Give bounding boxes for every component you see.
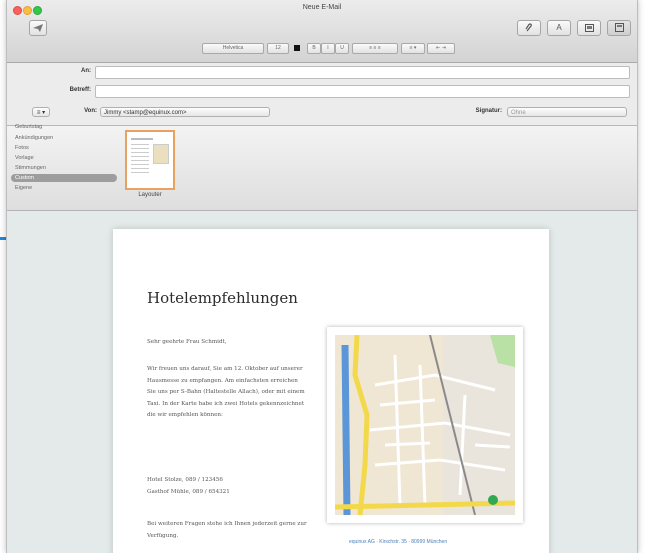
signature-label: Signatur:: [475, 108, 502, 114]
stationery-category[interactable]: Eigene: [11, 184, 111, 192]
mail-window: Neue E-Mail A Helvetica 12 B I U ≡ ≡ ≡ ≡…: [6, 0, 638, 553]
stationery-icon: [614, 23, 624, 32]
font-family-select[interactable]: Helvetica: [202, 43, 264, 54]
underline-button[interactable]: U: [335, 43, 349, 54]
font-size-select[interactable]: 12: [267, 43, 289, 54]
stationery-pane: Geburtstag Ankündigungen Fotos Vorlage S…: [7, 123, 637, 211]
email-greeting[interactable]: Sehr geehrte Frau Schmidt,: [147, 337, 307, 349]
stationery-category[interactable]: Vorlage: [11, 154, 111, 162]
list-button[interactable]: ≡ ▾: [401, 43, 425, 54]
attach-button[interactable]: [517, 20, 541, 36]
map-image: [335, 335, 515, 515]
stationery-template-label: Layouter: [138, 192, 162, 198]
from-label: Von:: [84, 108, 97, 114]
email-hotels[interactable]: Hotel Stolze, 089 / 123456 Gasthof Mühle…: [147, 475, 307, 498]
bold-button[interactable]: B: [307, 43, 321, 54]
map-image-frame[interactable]: [327, 327, 523, 523]
align-buttons[interactable]: ≡ ≡ ≡: [352, 43, 398, 54]
signature-select[interactable]: Ohne: [507, 107, 627, 117]
stationery-template-thumbnail[interactable]: [125, 130, 175, 190]
header-options-button[interactable]: ≡ ▾: [32, 107, 50, 117]
stationery-paper: Hotelempfehlungen Sehr geehrte Frau Schm…: [113, 229, 549, 553]
map-address: equinux AG · Kirschstr. 35 · 80999 Münch…: [349, 539, 448, 545]
message-body-area[interactable]: Hotelempfehlungen Sehr geehrte Frau Schm…: [7, 211, 637, 553]
stationery-category[interactable]: Ankündigungen: [11, 134, 111, 142]
paper-plane-icon: [33, 24, 43, 32]
paperclip-icon: [525, 23, 532, 32]
stationery-toggle-button[interactable]: [607, 20, 631, 36]
subject-field[interactable]: [95, 85, 630, 98]
font-button[interactable]: A: [547, 20, 571, 36]
indent-buttons[interactable]: ⇤ ⇥: [427, 43, 455, 54]
window-title: Neue E-Mail: [302, 4, 342, 11]
stationery-category[interactable]: Fotos: [11, 144, 111, 152]
send-button[interactable]: [29, 20, 47, 36]
subject-label: Betreff:: [69, 87, 91, 93]
photo-browser-button[interactable]: [577, 20, 601, 36]
italic-button[interactable]: I: [321, 43, 335, 54]
email-closing[interactable]: Bei weiteren Fragen stehe ich Ihnen jede…: [147, 519, 307, 542]
stationery-category[interactable]: Geburtstag: [11, 123, 111, 131]
to-field[interactable]: [95, 66, 630, 79]
stationery-category[interactable]: Stimmungen: [11, 164, 111, 172]
stationery-category-selected[interactable]: Custom: [11, 174, 117, 182]
email-heading[interactable]: Hotelempfehlungen: [147, 289, 298, 307]
from-select[interactable]: Jimmy <stamp@equinux.com>: [100, 107, 270, 117]
mail-header-fields: An: Betreff: ≡ ▾ Von: Jimmy <stamp@equin…: [7, 63, 637, 126]
email-body-paragraph[interactable]: Wir freuen uns darauf, Sie am 12. Oktobe…: [147, 364, 307, 422]
photo-icon: [584, 24, 594, 32]
text-color-swatch[interactable]: [294, 45, 300, 51]
to-label: An:: [81, 68, 91, 74]
title-bar: Neue E-Mail A Helvetica 12 B I U ≡ ≡ ≡ ≡…: [7, 0, 637, 63]
